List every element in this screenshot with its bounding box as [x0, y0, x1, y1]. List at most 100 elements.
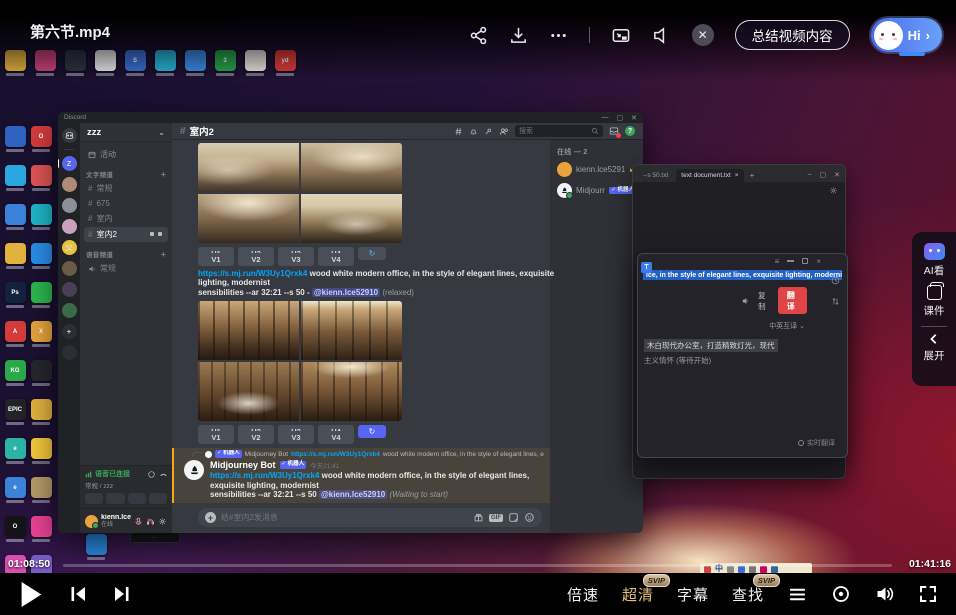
generated-image: [198, 194, 299, 243]
gift-icon: [473, 512, 484, 523]
app-icon: [5, 243, 26, 264]
courseware-icon: [927, 285, 942, 300]
online-label: 在线 — 2: [557, 147, 636, 157]
threads-icon: [454, 127, 463, 136]
summarize-video-button[interactable]: 总结视频内容: [735, 20, 850, 50]
desktop-icon: O: [29, 126, 53, 152]
seek-bar[interactable]: [63, 564, 892, 567]
player-controls: 倍速 超清 SVIP 字幕 查找 SVIP: [0, 573, 956, 615]
add-channel-icon: +: [161, 170, 166, 179]
discord-home-icon: [62, 128, 77, 143]
desktop-icon: KG: [3, 360, 27, 386]
user-panel: kienn.lce52910 在线: [80, 508, 172, 533]
desktop-icon: [29, 243, 53, 269]
channel-list: #常规 #675 #室内 #室内2: [84, 181, 168, 242]
ai-watch-label: AI看: [924, 263, 944, 278]
desktop-icon: O: [3, 516, 27, 542]
icon-label: [96, 73, 114, 76]
desktop-icon: [3, 243, 27, 269]
discord-titlebar: Discord — ▢ ✕: [58, 112, 643, 123]
app-icon: KG: [5, 360, 26, 381]
svip-badge: SVIP: [643, 574, 670, 587]
screenshare-button: [106, 493, 124, 504]
server-icon: [62, 177, 77, 192]
desktop-icon-col-2: O X: [29, 126, 53, 581]
soundboard-button: [149, 493, 167, 504]
rail-divider: [64, 149, 74, 150]
download-button[interactable]: [509, 26, 528, 45]
desktop-icon: [29, 516, 53, 542]
prompt-link: https://s.mj.run/W3Uy1Qrxk4: [210, 471, 319, 480]
ai-watch-button[interactable]: AI看: [924, 243, 945, 278]
video-frame[interactable]: S 3 yd: [0, 16, 956, 573]
member-name: Midjourney Bot: [576, 186, 605, 195]
speed-button[interactable]: 倍速: [567, 584, 599, 605]
icon-label: [32, 305, 50, 308]
desktop-icon: e: [3, 438, 27, 464]
find-button[interactable]: 查找 SVIP: [732, 584, 764, 605]
more-button[interactable]: [549, 26, 568, 45]
server-icon: [62, 198, 77, 213]
generated-image: [301, 301, 402, 360]
progress-row: 01:08:50 01:41:16: [0, 555, 956, 573]
sort-icon: [831, 297, 840, 306]
assistant-avatar: [874, 21, 903, 50]
app-icon: e: [5, 438, 26, 459]
play-button[interactable]: [20, 581, 44, 608]
variation-button: V4: [318, 431, 354, 444]
translation-result-line-2: 主义情怀 (等待开始): [644, 355, 847, 366]
channel-name: 常规: [96, 183, 112, 194]
generated-image: [301, 362, 402, 421]
hash-icon: #: [180, 126, 186, 137]
app-icon: [5, 165, 26, 186]
prompt-text: sensibilities --ar 32:21 --s 50: [210, 490, 317, 499]
desktop-icon: [29, 360, 53, 386]
member-avatar: [557, 162, 572, 177]
events-item: 活动: [84, 147, 168, 162]
member-list: 在线 — 2 kienn.lce52910 Midjourney Bot: [550, 139, 643, 533]
app-icon: [31, 204, 52, 225]
next-button[interactable]: [112, 584, 132, 604]
app-icon: [31, 399, 52, 420]
midjourney-image-grid-1: [198, 143, 402, 243]
variation-button: V1: [198, 253, 234, 266]
variation-button: V3: [278, 253, 314, 266]
server-icon: Z: [62, 156, 77, 171]
expand-label: 展开: [924, 348, 945, 363]
courseware-button[interactable]: 课件: [924, 282, 945, 318]
chevron-right-icon: ›: [926, 28, 930, 43]
ai-assistant-button[interactable]: Hi ›: [871, 18, 942, 52]
fullscreen-button[interactable]: [918, 584, 938, 604]
share-button[interactable]: [469, 26, 488, 45]
side-feature-panel: AI看 课件 展开: [912, 232, 956, 386]
app-icon: A: [5, 321, 26, 342]
translator-side-rail: [831, 276, 840, 306]
mini-player-button[interactable]: [611, 26, 631, 45]
notifications-bell-icon: [469, 127, 478, 136]
playlist-button[interactable]: [787, 585, 808, 604]
channel-header: # 室内2 搜索: [172, 123, 643, 139]
mute-button[interactable]: [652, 26, 671, 45]
subtitles-button[interactable]: 字幕: [677, 584, 709, 605]
expand-button[interactable]: 展开: [924, 333, 945, 363]
channel-item-active: #室内2: [84, 227, 168, 242]
quality-button[interactable]: 超清 SVIP: [622, 584, 654, 605]
job-status: (Waiting to start): [389, 490, 448, 499]
app-icon: e: [5, 477, 26, 498]
generated-image: [198, 301, 299, 360]
member-row: kienn.lce52910: [557, 162, 636, 177]
new-tab-icon: +: [747, 171, 758, 182]
maximize-icon: ▢: [617, 114, 624, 122]
icon-label: [32, 344, 50, 347]
voice-channel-item: 常规: [84, 261, 168, 276]
speaker-icon: [742, 296, 749, 306]
close-assistant-icon[interactable]: ✕: [692, 24, 714, 46]
server-rail: Z父+: [58, 123, 80, 533]
members-icon: [499, 127, 509, 136]
record-button[interactable]: [831, 584, 851, 604]
volume-button[interactable]: [874, 584, 895, 604]
previous-button[interactable]: [68, 584, 88, 604]
app-icon: [31, 243, 52, 264]
ai-watch-icon: [924, 243, 945, 260]
icon-label: [6, 422, 24, 425]
